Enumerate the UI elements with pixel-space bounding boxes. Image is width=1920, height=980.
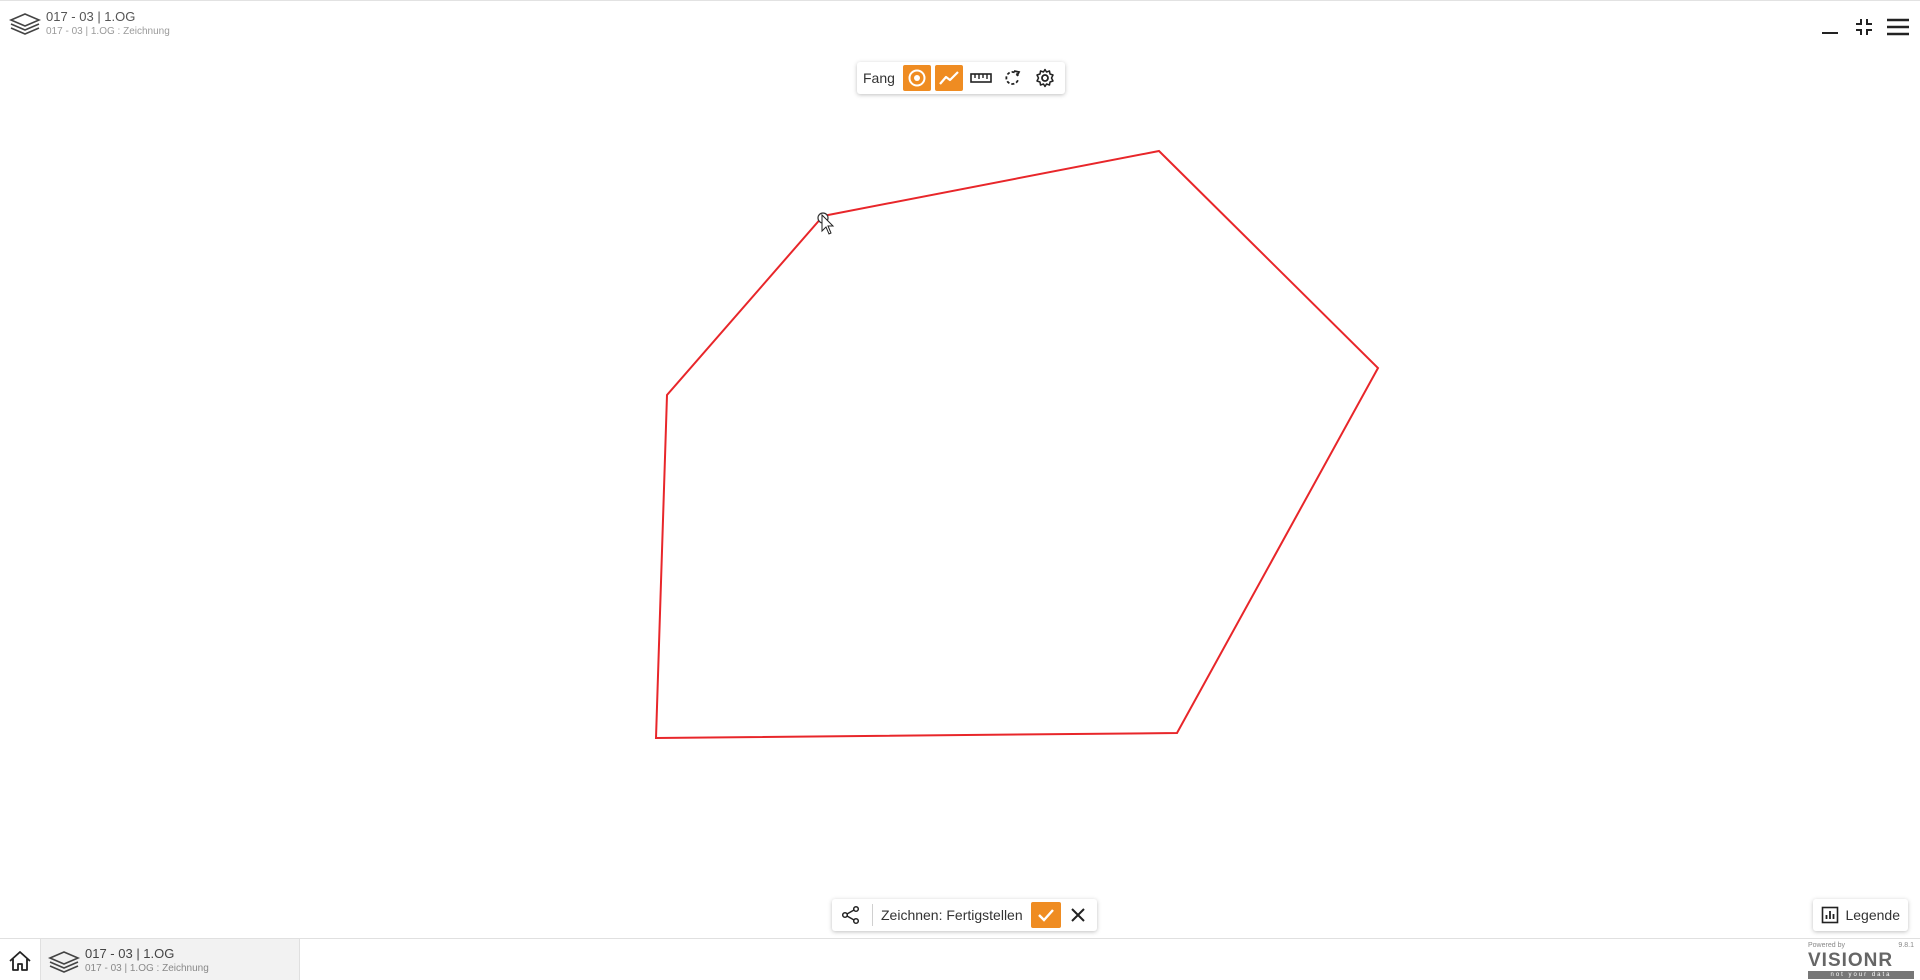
legend-label: Legende (1845, 907, 1900, 923)
confirm-button[interactable] (1030, 902, 1061, 928)
menu-icon (1887, 18, 1909, 36)
snap-line-icon (939, 71, 959, 85)
window-controls (1818, 15, 1910, 39)
draw-toolbar: Fang (857, 62, 1065, 94)
layers-icon (47, 950, 81, 973)
chart-icon (1822, 906, 1839, 924)
exit-fullscreen-icon (1856, 19, 1872, 35)
brand-logo: Powered by 9.8.1 VISIONR not your data (1808, 942, 1914, 980)
app-window: 017 - 03 | 1.OG 017 - 03 | 1.OG : Zeichn… (0, 0, 1920, 980)
ruler-icon (970, 73, 992, 83)
rotate-icon (1005, 70, 1021, 85)
minimize-icon (1822, 32, 1838, 34)
minimize-button[interactable] (1818, 15, 1842, 39)
version-label: 9.8.1 (1898, 942, 1914, 949)
rotate-button[interactable] (999, 65, 1027, 91)
layer-tab-text: 017 - 03 | 1.OG 017 - 03 | 1.OG : Zeichn… (85, 946, 209, 975)
map-canvas[interactable] (0, 1, 1920, 936)
snap-label: Fang (863, 70, 895, 86)
page-title: 017 - 03 | 1.OG (46, 9, 136, 24)
gear-icon (1036, 68, 1054, 88)
layer-tab[interactable]: 017 - 03 | 1.OG 017 - 03 | 1.OG : Zeichn… (40, 939, 300, 980)
settings-button[interactable] (1031, 65, 1059, 91)
legend-button[interactable]: Legende (1813, 899, 1908, 931)
layer-tab-subtitle: 017 - 03 | 1.OG : Zeichnung (85, 963, 209, 974)
drawn-polygon[interactable] (654, 149, 1380, 740)
bottom-bar: 017 - 03 | 1.OG 017 - 03 | 1.OG : Zeichn… (0, 938, 1920, 980)
brand-name: VISIONR (1808, 950, 1894, 971)
layers-icon (8, 13, 42, 35)
measure-button[interactable] (967, 65, 995, 91)
layer-header: 017 - 03 | 1.OG 017 - 03 | 1.OG : Zeichn… (8, 9, 170, 38)
divider (872, 904, 873, 926)
home-icon (9, 950, 31, 971)
layer-tab-title: 017 - 03 | 1.OG (85, 946, 175, 961)
share-icon (841, 905, 860, 925)
finish-drawing-bar: Zeichnen: Fertigstellen (832, 899, 1097, 931)
layer-header-text: 017 - 03 | 1.OG 017 - 03 | 1.OG : Zeichn… (46, 9, 170, 38)
share-button[interactable] (838, 902, 864, 928)
snap-point-button[interactable] (902, 65, 931, 91)
page-subtitle: 017 - 03 | 1.OG : Zeichnung (46, 26, 170, 37)
menu-button[interactable] (1886, 15, 1910, 39)
snap-point-icon (908, 69, 926, 87)
powered-by-label: Powered by (1808, 942, 1845, 949)
finish-drawing-label: Zeichnen: Fertigstellen (881, 907, 1023, 923)
home-button[interactable] (0, 939, 40, 980)
cancel-button[interactable] (1065, 902, 1091, 928)
snap-line-button[interactable] (934, 65, 963, 91)
check-icon (1037, 909, 1054, 922)
close-icon (1070, 908, 1085, 922)
brand-tagline: not your data (1808, 971, 1914, 979)
exit-fullscreen-button[interactable] (1852, 15, 1876, 39)
